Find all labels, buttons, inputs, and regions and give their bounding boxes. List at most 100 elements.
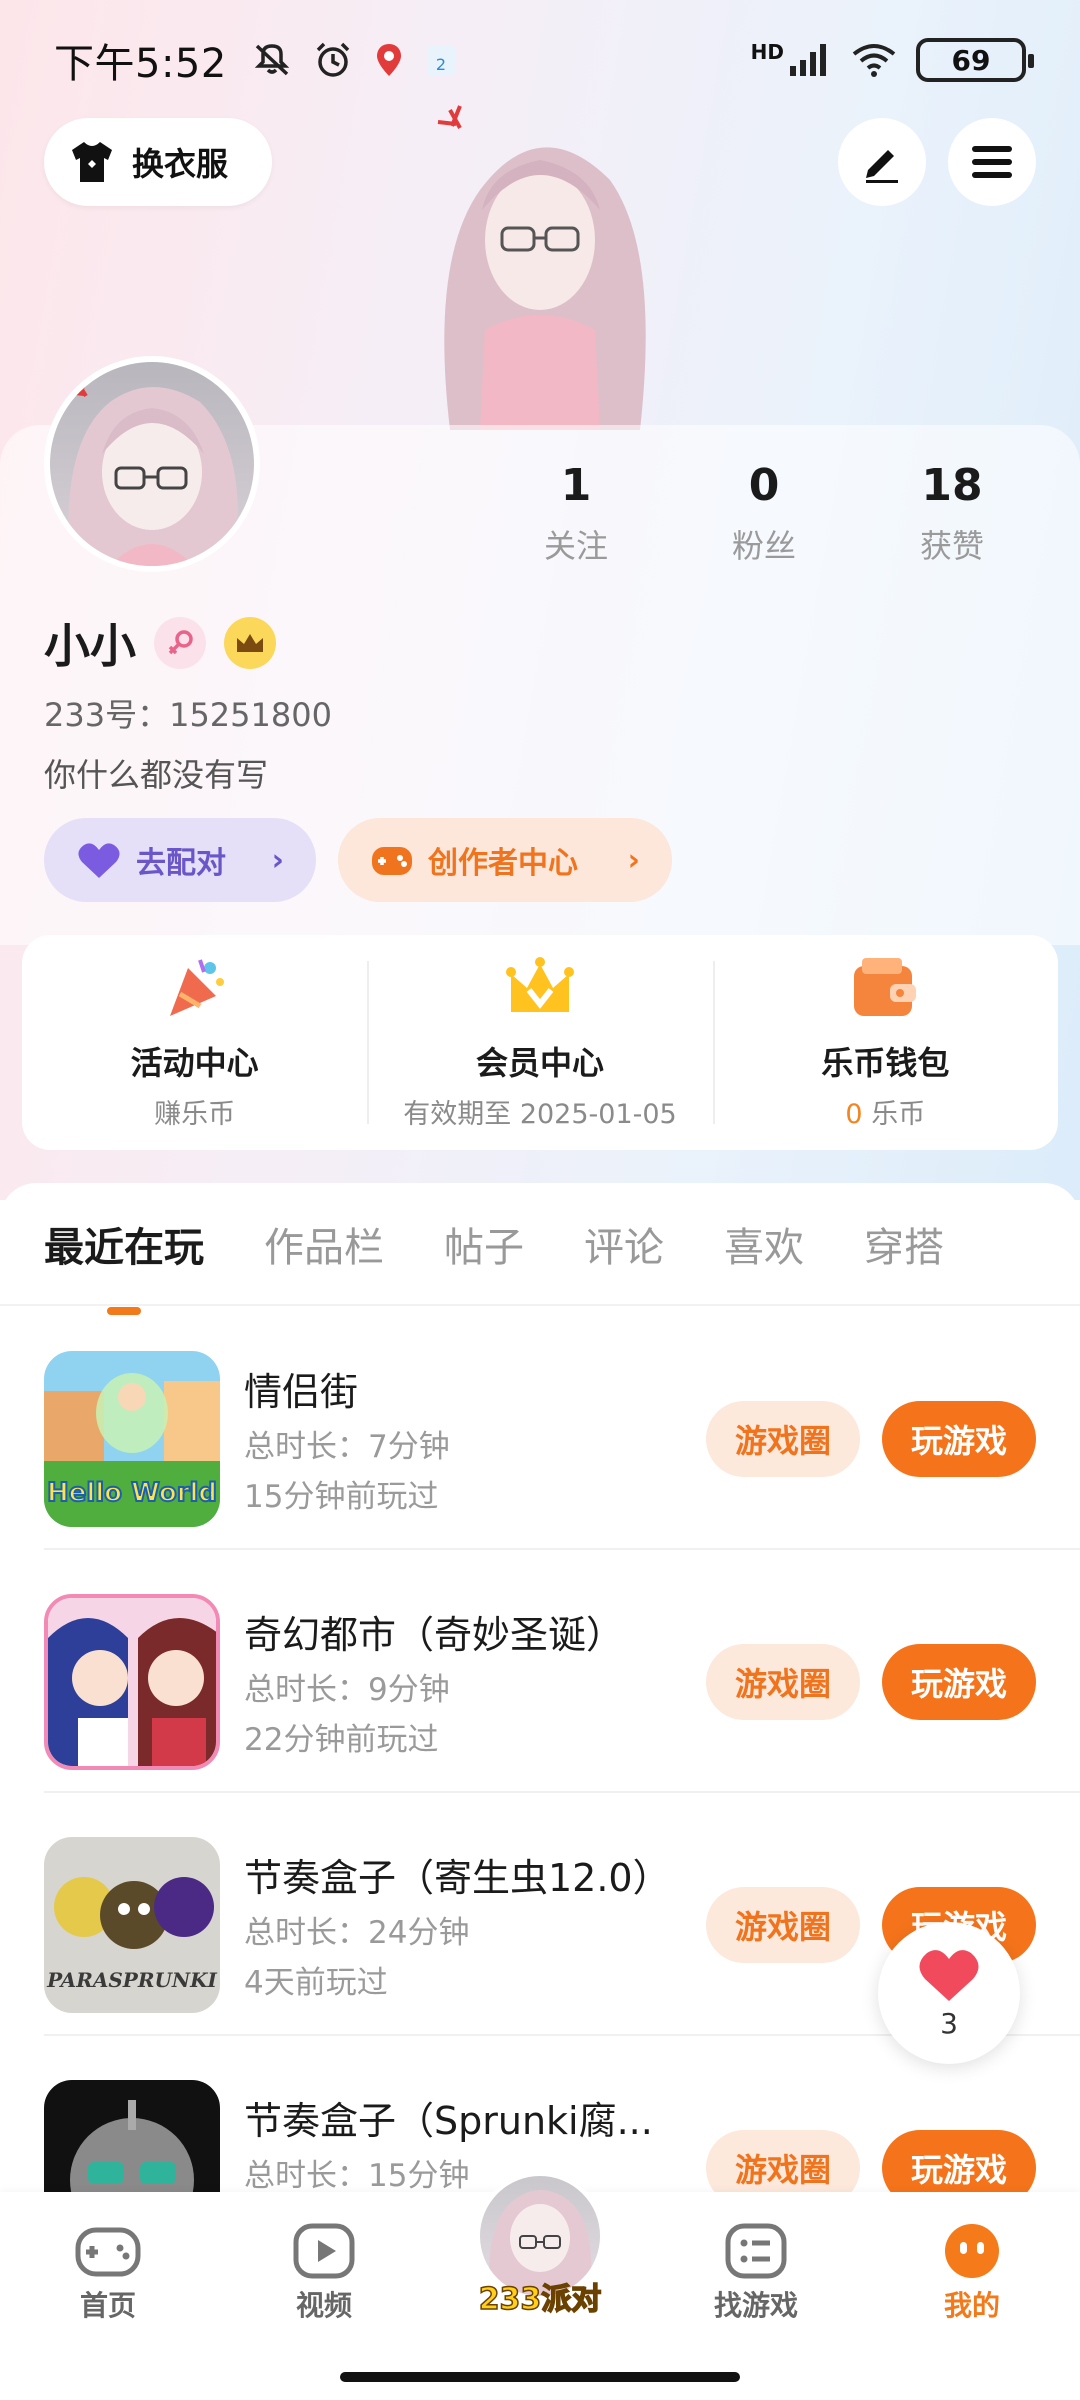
- chevron-right-icon: ›: [271, 842, 284, 878]
- nav-find-game[interactable]: 找游戏: [686, 2222, 826, 2324]
- alarm-icon: [316, 42, 350, 77]
- member-center[interactable]: 会员中心 有效期至 2025-01-05: [367, 935, 712, 1150]
- tab-outfits[interactable]: 穿搭: [864, 1215, 944, 1273]
- battery-level: 69: [951, 43, 991, 77]
- game-title: 情侣街: [244, 1370, 359, 1414]
- avatar-character-figure[interactable]: [390, 100, 690, 430]
- wallet-icon: [854, 958, 917, 1016]
- stat-fans-value: 0: [748, 460, 780, 511]
- coin-wallet-title: 乐币钱包: [821, 1044, 950, 1082]
- status-time: 下午5:52: [54, 41, 227, 87]
- creator-center-label: 创作者中心: [428, 846, 578, 881]
- game-circle-button[interactable]: 游戏圈: [706, 1401, 860, 1477]
- coin-balance: 0: [845, 1099, 863, 1130]
- battery-icon: 69: [916, 38, 1034, 82]
- game-last-played: 22分钟前玩过: [244, 1722, 439, 1758]
- tab-posts[interactable]: 帖子: [444, 1215, 524, 1273]
- profile-uid: 233号：15251800: [44, 696, 332, 734]
- activity-center-sub: 赚乐币: [154, 1099, 236, 1130]
- game-circle-button[interactable]: 游戏圈: [706, 1644, 860, 1720]
- heart-icon: [919, 1949, 979, 2001]
- game-duration: 总时长：24分钟: [244, 1915, 470, 1951]
- member-center-sub: 有效期至 2025-01-05: [403, 1099, 677, 1130]
- coin-wallet-sub: 0 乐币: [845, 1092, 925, 1131]
- recent-games-list: Hello World 情侣街 总时长：7分钟 15分钟前玩过 游戏圈 玩游戏 …: [0, 1305, 1080, 2277]
- stat-following-value: 1: [560, 460, 592, 511]
- nav-home[interactable]: 首页: [38, 2222, 178, 2324]
- female-gender-icon: [154, 617, 206, 669]
- match-label: 去配对: [136, 846, 226, 881]
- stat-fans[interactable]: 0 粉丝: [670, 460, 858, 567]
- nav-me-label: 我的: [943, 2289, 1000, 2322]
- stat-likes-label: 获赞: [919, 527, 984, 565]
- edit-profile-button[interactable]: [838, 118, 926, 206]
- match-button[interactable]: 去配对 ›: [44, 818, 316, 902]
- stat-following[interactable]: 1 关注: [482, 460, 670, 567]
- party-popper-icon: [169, 959, 224, 1016]
- nav-video[interactable]: 视频: [254, 2222, 394, 2324]
- mute-icon: [254, 44, 290, 76]
- nav-home-label: 首页: [79, 2289, 136, 2322]
- game-duration: 总时长：7分钟: [244, 1429, 450, 1465]
- party-label: 233派对: [478, 2281, 602, 2318]
- change-outfit-label: 换衣服: [132, 145, 229, 183]
- game-thumbnail[interactable]: [44, 1594, 220, 1770]
- game-title: 节奏盒子（寄生虫12.0）: [244, 1856, 671, 1900]
- menu-icon: [972, 146, 1012, 178]
- calendar-app-icon: 2: [426, 46, 455, 76]
- nav-party[interactable]: 233派对: [470, 2172, 610, 2322]
- tab-recent[interactable]: 最近在玩: [44, 1215, 204, 1315]
- list-icon: [725, 2223, 787, 2279]
- feature-card: 活动中心 赚乐币 会员中心 有效期至 2025-01-05 乐币钱包 0 乐币: [22, 935, 1058, 1150]
- home-indicator: [340, 2372, 740, 2382]
- pencil-icon: [866, 150, 898, 183]
- tab-works[interactable]: 作品栏: [264, 1215, 384, 1273]
- game-duration: 总时长：15分钟: [244, 2158, 470, 2194]
- game-last-played: 4天前玩过: [244, 1965, 388, 2001]
- profile-tabs: 最近在玩 作品栏 帖子 评论 喜欢 穿搭: [44, 1215, 944, 1315]
- coin-unit: 乐币: [871, 1099, 926, 1130]
- list-item[interactable]: Hello World 情侣街 总时长：7分钟 15分钟前玩过 游戏圈 玩游戏: [0, 1305, 1080, 1548]
- game-circle-button[interactable]: 游戏圈: [706, 1887, 860, 1963]
- gamepad-icon: [75, 2227, 141, 2277]
- shirt-icon: [72, 142, 112, 182]
- stat-likes-value: 18: [921, 460, 983, 511]
- stat-likes[interactable]: 18 获赞: [858, 460, 1046, 567]
- activity-center[interactable]: 活动中心 赚乐币: [22, 935, 367, 1150]
- game-thumbnail[interactable]: Hello World: [44, 1351, 220, 1527]
- member-center-title: 会员中心: [475, 1044, 604, 1082]
- menu-button[interactable]: [948, 118, 1036, 206]
- change-outfit-button[interactable]: 换衣服: [44, 118, 272, 206]
- activity-center-title: 活动中心: [130, 1044, 259, 1082]
- profile-avatar[interactable]: [44, 356, 260, 572]
- play-game-button[interactable]: 玩游戏: [882, 1644, 1036, 1720]
- nav-video-label: 视频: [295, 2289, 352, 2322]
- stat-fans-label: 粉丝: [731, 527, 796, 565]
- game-title: 奇幻都市（奇妙圣诞）: [244, 1613, 625, 1657]
- profile-stats: 1 关注 0 粉丝 18 获赞: [482, 460, 1046, 567]
- like-count: 3: [940, 2006, 958, 2040]
- crown-badge-icon[interactable]: [224, 617, 276, 669]
- tab-likes[interactable]: 喜欢: [724, 1215, 804, 1273]
- game-thumbnail-text: Hello World: [47, 1478, 217, 1508]
- coin-wallet[interactable]: 乐币钱包 0 乐币: [712, 935, 1058, 1150]
- game-title: 节奏盒子（Sprunki腐...: [244, 2099, 653, 2143]
- network-type: HD: [750, 40, 784, 64]
- heart-icon: [78, 843, 120, 878]
- nav-me[interactable]: 我的: [902, 2222, 1042, 2324]
- play-game-button[interactable]: 玩游戏: [882, 1401, 1036, 1477]
- floating-like-button[interactable]: 3: [878, 1922, 1020, 2064]
- play-video-icon: [293, 2223, 355, 2279]
- profile-bio: 你什么都没有写: [44, 756, 269, 794]
- list-item[interactable]: 奇幻都市（奇妙圣诞） 总时长：9分钟 22分钟前玩过 游戏圈 玩游戏: [0, 1548, 1080, 1791]
- svg-text:2: 2: [436, 55, 446, 74]
- game-thumbnail[interactable]: PARASPRUNKI: [44, 1837, 220, 2013]
- signal-icon: [790, 44, 826, 76]
- vip-crown-icon: [505, 957, 574, 1012]
- game-last-played: 15分钟前玩过: [244, 1479, 439, 1515]
- profile-face-icon: [945, 2224, 999, 2278]
- creator-center-button[interactable]: 创作者中心 ›: [338, 818, 672, 902]
- chevron-right-icon: ›: [627, 842, 640, 878]
- stat-following-label: 关注: [543, 527, 608, 565]
- tab-comments[interactable]: 评论: [584, 1215, 664, 1273]
